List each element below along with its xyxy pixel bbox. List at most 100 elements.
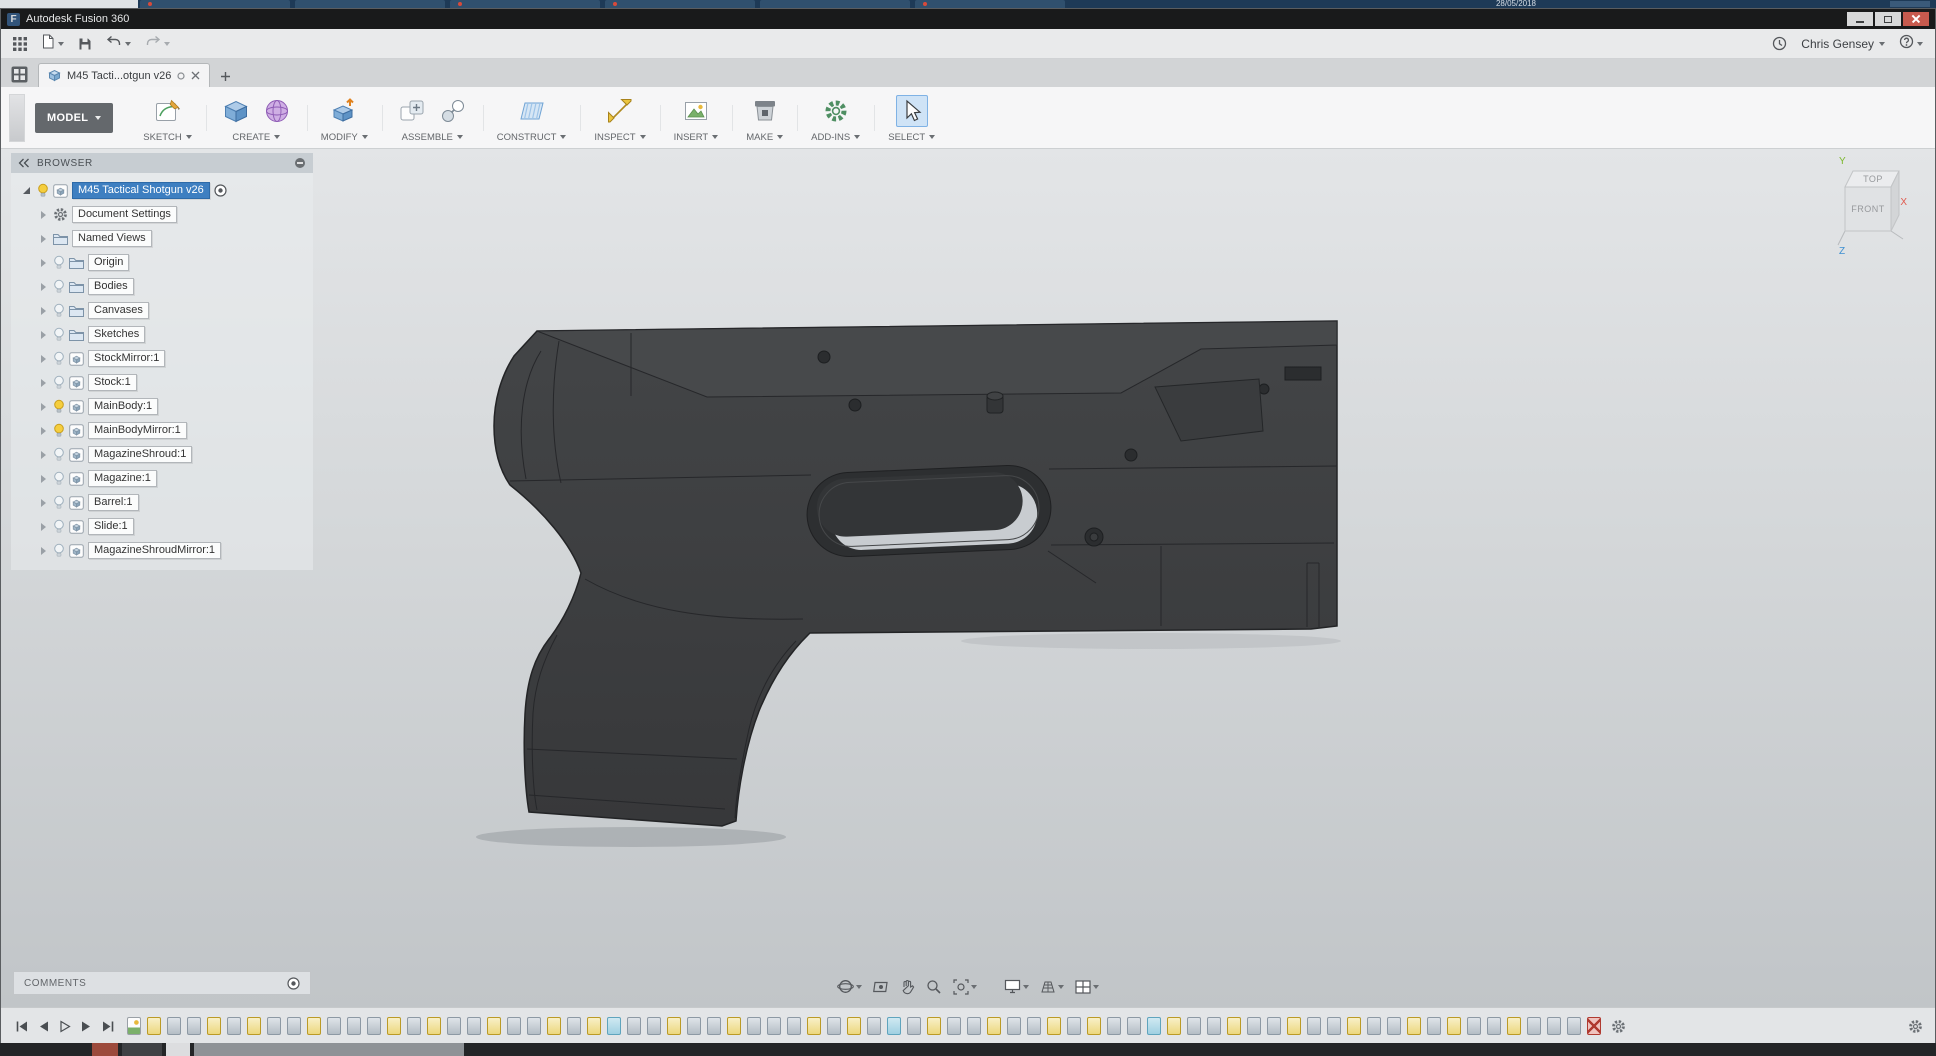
- browser-item-label[interactable]: Slide:1: [88, 518, 134, 535]
- timeline-extrude-feature-icon[interactable]: [1547, 1017, 1561, 1035]
- comments-indicator-icon[interactable]: [287, 976, 300, 990]
- timeline-extrude-feature-icon[interactable]: [507, 1017, 521, 1035]
- model-canvas[interactable]: BROWSER M45 Tactical Shotgun v26 Documen…: [1, 149, 1935, 1007]
- viewcube[interactable]: TOP FRONT Y X Z: [1833, 153, 1909, 262]
- timeline-extrude-feature-icon[interactable]: [1187, 1017, 1201, 1035]
- timeline-extrude-feature-icon[interactable]: [467, 1017, 481, 1035]
- create-form-icon[interactable]: [261, 95, 293, 127]
- timeline-extrude-feature-icon[interactable]: [1487, 1017, 1501, 1035]
- browser-item-label[interactable]: Document Settings: [72, 206, 177, 223]
- timeline-extrude-feature-icon[interactable]: [867, 1017, 881, 1035]
- expand-arrow-icon[interactable]: [41, 330, 46, 339]
- grid-display-button[interactable]: [1040, 979, 1064, 995]
- expand-arrow-icon[interactable]: [41, 258, 46, 267]
- timeline-extrude-feature-icon[interactable]: [1107, 1017, 1121, 1035]
- timeline-extrude-feature-icon[interactable]: [1467, 1017, 1481, 1035]
- expand-arrow-icon[interactable]: [41, 402, 46, 411]
- timeline-sketch-feature-icon[interactable]: [807, 1017, 821, 1035]
- ribbon-group-label[interactable]: CONSTRUCT: [497, 132, 567, 143]
- visibility-bulb-icon[interactable]: [53, 351, 65, 366]
- zoom-button[interactable]: [926, 979, 942, 995]
- timeline-canvas-feature-icon[interactable]: [127, 1017, 141, 1035]
- timeline-extrude-feature-icon[interactable]: [967, 1017, 981, 1035]
- timeline-sketch-feature-icon[interactable]: [307, 1017, 321, 1035]
- play-button[interactable]: [59, 1019, 71, 1033]
- timeline-sketch-feature-icon[interactable]: [927, 1017, 941, 1035]
- expand-arrow-icon[interactable]: [41, 234, 46, 243]
- timeline-sketch-feature-icon[interactable]: [547, 1017, 561, 1035]
- timeline-extrude-feature-icon[interactable]: [647, 1017, 661, 1035]
- timeline-mirror-feature-icon[interactable]: [887, 1017, 901, 1035]
- visibility-bulb-icon[interactable]: [53, 327, 65, 342]
- browser-tree-item[interactable]: Slide:1: [11, 517, 313, 536]
- visibility-bulb-icon[interactable]: [53, 519, 65, 534]
- timeline-sketch-feature-icon[interactable]: [847, 1017, 861, 1035]
- preferences-gear-icon[interactable]: [1908, 1019, 1923, 1034]
- browser-tree-item[interactable]: MainBody:1: [11, 397, 313, 416]
- ribbon-group-label[interactable]: ADD-INS: [811, 132, 861, 143]
- taskbar-app-thumb[interactable]: [92, 1043, 118, 1056]
- ribbon-group-insert[interactable]: INSERT: [659, 93, 733, 143]
- create-box-icon[interactable]: [220, 95, 252, 127]
- browser-item-label[interactable]: Sketches: [88, 326, 146, 343]
- taskbar-app-thumb[interactable]: [166, 1043, 190, 1056]
- viewcube-top-label[interactable]: TOP: [1863, 174, 1883, 184]
- expand-arrow-icon[interactable]: [41, 546, 46, 555]
- browser-tree-item[interactable]: Named Views: [11, 229, 313, 248]
- browser-tree-item[interactable]: Barrel:1: [11, 493, 313, 512]
- comments-panel[interactable]: COMMENTS: [13, 971, 311, 995]
- visibility-bulb-icon[interactable]: [53, 471, 65, 486]
- save-button[interactable]: [78, 37, 92, 51]
- new-component-icon[interactable]: [396, 95, 428, 127]
- timeline-extrude-feature-icon[interactable]: [687, 1017, 701, 1035]
- timeline-extrude-feature-icon[interactable]: [747, 1017, 761, 1035]
- timeline-sketch-feature-icon[interactable]: [387, 1017, 401, 1035]
- timeline-sketch-feature-icon[interactable]: [1227, 1017, 1241, 1035]
- timeline-extrude-feature-icon[interactable]: [1427, 1017, 1441, 1035]
- timeline-sketch-feature-icon[interactable]: [1447, 1017, 1461, 1035]
- joint-icon[interactable]: [437, 95, 469, 127]
- browser-item-label[interactable]: MagazineShroud:1: [88, 446, 193, 463]
- visibility-bulb-icon[interactable]: [53, 303, 65, 318]
- ribbon-group-make[interactable]: MAKE: [732, 93, 797, 143]
- timeline-extrude-feature-icon[interactable]: [407, 1017, 421, 1035]
- visibility-bulb-icon[interactable]: [53, 495, 65, 510]
- visibility-bulb-icon[interactable]: [53, 423, 65, 438]
- timeline-extrude-feature-icon[interactable]: [527, 1017, 541, 1035]
- viewports-button[interactable]: [1075, 979, 1099, 994]
- expand-arrow-icon[interactable]: [41, 522, 46, 531]
- browser-tree-item[interactable]: Canvases: [11, 301, 313, 320]
- insert-canvas-icon[interactable]: [680, 95, 712, 127]
- browser-tree-item[interactable]: MagazineShroud:1: [11, 445, 313, 464]
- timeline-sketch-feature-icon[interactable]: [667, 1017, 681, 1035]
- visibility-bulb-icon[interactable]: [53, 399, 65, 414]
- timeline-sketch-feature-icon[interactable]: [1167, 1017, 1181, 1035]
- timeline-sketch-feature-icon[interactable]: [1087, 1017, 1101, 1035]
- taskbar-app-thumb[interactable]: [122, 1043, 162, 1056]
- timeline-sketch-feature-icon[interactable]: [587, 1017, 601, 1035]
- timeline-sketch-feature-icon[interactable]: [727, 1017, 741, 1035]
- ribbon-group-assemble[interactable]: ASSEMBLE: [381, 93, 483, 143]
- timeline-extrude-feature-icon[interactable]: [1367, 1017, 1381, 1035]
- expand-arrow-icon[interactable]: [41, 354, 46, 363]
- ribbon-group-create[interactable]: CREATE: [205, 93, 307, 143]
- ribbon-group-select[interactable]: SELECT: [874, 93, 949, 143]
- ribbon-group-construct[interactable]: CONSTRUCT: [482, 93, 581, 143]
- timeline-sketch-feature-icon[interactable]: [147, 1017, 161, 1035]
- timeline-sketch-feature-icon[interactable]: [987, 1017, 1001, 1035]
- timeline-sketch-feature-icon[interactable]: [1287, 1017, 1301, 1035]
- timeline-extrude-feature-icon[interactable]: [947, 1017, 961, 1035]
- timeline-sketch-feature-icon[interactable]: [207, 1017, 221, 1035]
- expand-arrow-icon[interactable]: [41, 306, 46, 315]
- step-back-button[interactable]: [38, 1020, 50, 1033]
- timeline-sketch-feature-icon[interactable]: [1047, 1017, 1061, 1035]
- browser-root-label[interactable]: M45 Tactical Shotgun v26: [72, 182, 210, 199]
- timeline-sketch-feature-icon[interactable]: [1347, 1017, 1361, 1035]
- visibility-bulb-icon[interactable]: [53, 255, 65, 270]
- scripts-addins-icon[interactable]: [820, 95, 852, 127]
- help-button[interactable]: [1899, 34, 1923, 54]
- browser-item-label[interactable]: Stock:1: [88, 374, 137, 391]
- timeline-extrude-feature-icon[interactable]: [767, 1017, 781, 1035]
- browser-root-item[interactable]: M45 Tactical Shotgun v26: [11, 181, 313, 200]
- new-tab-button[interactable]: [220, 71, 231, 82]
